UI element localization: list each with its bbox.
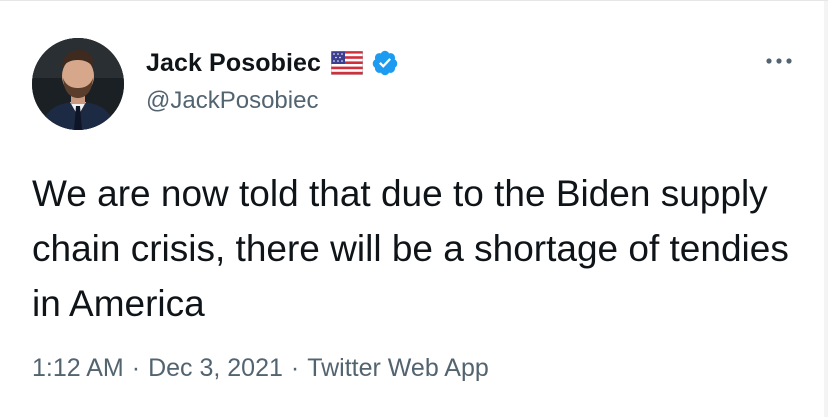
tweet-timestamp-date[interactable]: Dec 3, 2021 xyxy=(148,354,283,383)
tweet-timestamp-time[interactable]: 1:12 AM xyxy=(32,354,124,383)
scrollbar[interactable] xyxy=(824,1,828,417)
tweet-text: We are now told that due to the Biden su… xyxy=(32,173,789,324)
author-name-row: Jack Posobiec xyxy=(146,47,399,79)
more-options-icon xyxy=(766,58,792,64)
tweet-card: Jack Posobiec @JackPosobiec We are now t… xyxy=(0,0,828,417)
tweet-meta: 1:12 AM · Dec 3, 2021 · Twitter Web App xyxy=(32,354,489,383)
avatar-image xyxy=(32,38,124,130)
meta-separator: · xyxy=(290,354,300,382)
author-handle[interactable]: @JackPosobiec xyxy=(146,87,318,115)
more-options-button[interactable] xyxy=(762,49,796,73)
avatar[interactable] xyxy=(32,38,124,130)
us-flag-icon xyxy=(331,51,364,75)
tweet-source[interactable]: Twitter Web App xyxy=(307,354,489,383)
verified-badge-icon xyxy=(371,49,399,77)
meta-separator: · xyxy=(131,354,141,382)
author-display-name[interactable]: Jack Posobiec xyxy=(146,49,321,78)
